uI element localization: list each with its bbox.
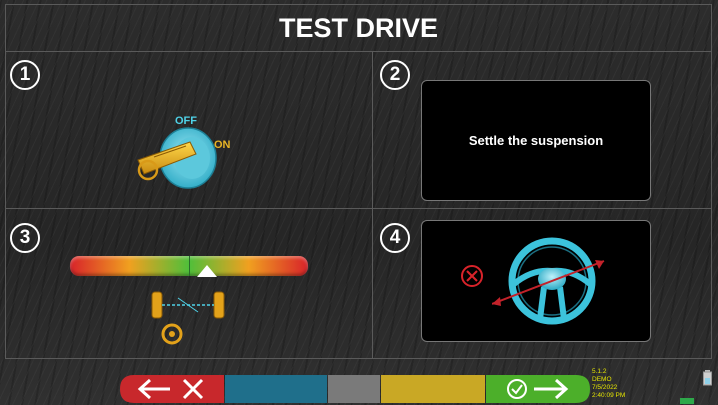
step-2-number: 2 xyxy=(380,60,410,90)
step-4-number: 4 xyxy=(380,223,410,253)
mode-text: DEMO xyxy=(592,376,612,383)
time-text: 2:40:09 PM xyxy=(592,392,626,399)
blank-blue-button[interactable] xyxy=(225,375,327,403)
step-3-number: 3 xyxy=(10,223,40,253)
network-icon xyxy=(680,398,694,404)
cancel-circle-icon xyxy=(461,265,483,287)
vehicle-axle-icon xyxy=(151,291,225,345)
steering-wheel-icon xyxy=(492,237,605,325)
on-label: ON xyxy=(214,139,231,151)
divider-horizontal xyxy=(5,208,712,209)
blank-gray-button[interactable] xyxy=(328,375,380,403)
battery-icon xyxy=(703,370,712,386)
gauge-pointer-icon xyxy=(197,265,217,277)
date-text: 7/5/2022 xyxy=(592,384,618,391)
settle-suspension-message: Settle the suspension xyxy=(468,133,604,148)
back-cancel-button[interactable] xyxy=(120,375,224,403)
off-label: OFF xyxy=(175,115,197,127)
step-1-number: 1 xyxy=(10,60,40,90)
step-2-panel: Settle the suspension xyxy=(421,80,651,201)
step-4-panel xyxy=(421,220,651,342)
toolbar-buttons xyxy=(120,375,590,403)
bottom-toolbar: 5.1.2 DEMO 7/5/2022 2:40:09 PM xyxy=(0,360,718,405)
version-text: 5.1.2 xyxy=(592,368,607,375)
gauge-center-line xyxy=(189,256,190,276)
ignition-key-icon: OFF ON xyxy=(137,115,231,189)
status-info: 5.1.2 DEMO 7/5/2022 2:40:09 PM xyxy=(592,368,625,400)
divider-vertical xyxy=(372,52,373,359)
page-title: TEST DRIVE xyxy=(5,4,712,52)
blank-yellow-button[interactable] xyxy=(381,375,485,403)
